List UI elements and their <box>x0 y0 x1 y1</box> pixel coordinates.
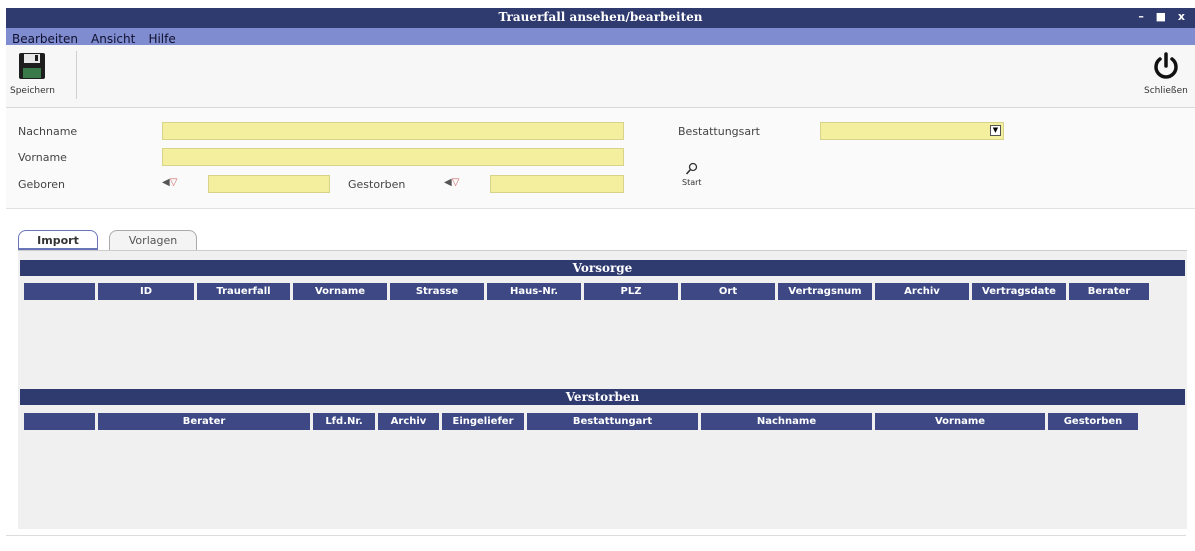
window-title: Trauerfall ansehen/bearbeiten <box>498 10 703 24</box>
nachname-input[interactable] <box>162 122 624 140</box>
vorsorge-col-ort[interactable]: Ort <box>681 283 775 300</box>
date-picker-icon[interactable]: ◀▽ <box>162 177 177 188</box>
verstorben-col-gestorben[interactable]: Gestorben <box>1048 413 1138 430</box>
tab-panel: Vorsorge ID Trauerfall Vorname Strasse H… <box>18 250 1187 529</box>
gestorben-label: Gestorben <box>348 178 406 191</box>
dropdown-arrow-icon: ▼ <box>990 125 1001 136</box>
title-bar: Trauerfall ansehen/bearbeiten – ■ x <box>6 8 1195 28</box>
vorsorge-col-vorname[interactable]: Vorname <box>293 283 387 300</box>
vorsorge-col-berater[interactable]: Berater <box>1069 283 1149 300</box>
search-form: Nachname Vorname Geboren ◀▽ Gestorben ◀▽… <box>6 108 1195 209</box>
vorsorge-col-vertragsdate[interactable]: Vertragsdate <box>972 283 1066 300</box>
vorsorge-title: Vorsorge <box>20 260 1185 276</box>
toolbar-separator <box>76 51 77 99</box>
verstorben-col-eingeliefer[interactable]: Eingeliefer <box>442 413 524 430</box>
bestattungsart-select[interactable]: ▼ <box>820 122 1004 140</box>
vorname-input[interactable] <box>162 148 624 166</box>
window-controls[interactable]: – ■ x <box>1138 10 1189 23</box>
search-icon <box>685 162 697 175</box>
date-picker-icon[interactable]: ◀▽ <box>444 177 459 188</box>
start-search-button[interactable]: Start <box>682 162 702 187</box>
vorsorge-col-trauerfall[interactable]: Trauerfall <box>197 283 290 300</box>
vorsorge-col-vertragsnum[interactable]: Vertragsnum <box>778 283 872 300</box>
tab-vorlagen[interactable]: Vorlagen <box>109 230 197 250</box>
tab-import[interactable]: Import <box>18 230 98 250</box>
vorname-label: Vorname <box>18 151 67 164</box>
verstorben-col-lfd-nr[interactable]: Lfd.Nr. <box>313 413 375 430</box>
floppy-disk-icon <box>19 53 46 79</box>
vorsorge-col-select[interactable] <box>24 283 95 300</box>
close-button[interactable]: Schließen <box>1144 51 1188 96</box>
vorsorge-col-haus-nr[interactable]: Haus-Nr. <box>487 283 581 300</box>
vorsorge-col-id[interactable]: ID <box>98 283 194 300</box>
bestattungsart-label: Bestattungsart <box>678 125 760 138</box>
verstorben-col-berater[interactable]: Berater <box>98 413 310 430</box>
save-label: Speichern <box>10 86 55 96</box>
save-button[interactable]: Speichern <box>10 51 55 96</box>
verstorben-col-bestattungart[interactable]: Bestattungart <box>527 413 698 430</box>
gestorben-input[interactable] <box>490 175 624 193</box>
vorsorge-col-strasse[interactable]: Strasse <box>390 283 484 300</box>
nachname-label: Nachname <box>18 125 78 138</box>
verstorben-title: Verstorben <box>20 389 1185 405</box>
menu-bar: Bearbeiten Ansicht Hilfe <box>6 28 1195 46</box>
verstorben-col-vorname[interactable]: Vorname <box>875 413 1045 430</box>
verstorben-header-row: Berater Lfd.Nr. Archiv Eingeliefer Besta… <box>24 413 1138 430</box>
start-label: Start <box>682 178 702 187</box>
status-divider <box>6 535 1186 536</box>
close-label: Schließen <box>1144 86 1188 96</box>
geboren-input[interactable] <box>208 175 330 193</box>
verstorben-col-select[interactable] <box>24 413 95 430</box>
power-icon <box>1154 52 1178 79</box>
vorsorge-col-plz[interactable]: PLZ <box>584 283 678 300</box>
vorsorge-col-archiv[interactable]: Archiv <box>875 283 969 300</box>
verstorben-col-archiv[interactable]: Archiv <box>378 413 439 430</box>
verstorben-col-nachname[interactable]: Nachname <box>701 413 872 430</box>
geboren-label: Geboren <box>18 178 66 191</box>
toolbar: Speichern Schließen <box>6 45 1195 108</box>
vorsorge-header-row: ID Trauerfall Vorname Strasse Haus-Nr. P… <box>24 283 1149 300</box>
